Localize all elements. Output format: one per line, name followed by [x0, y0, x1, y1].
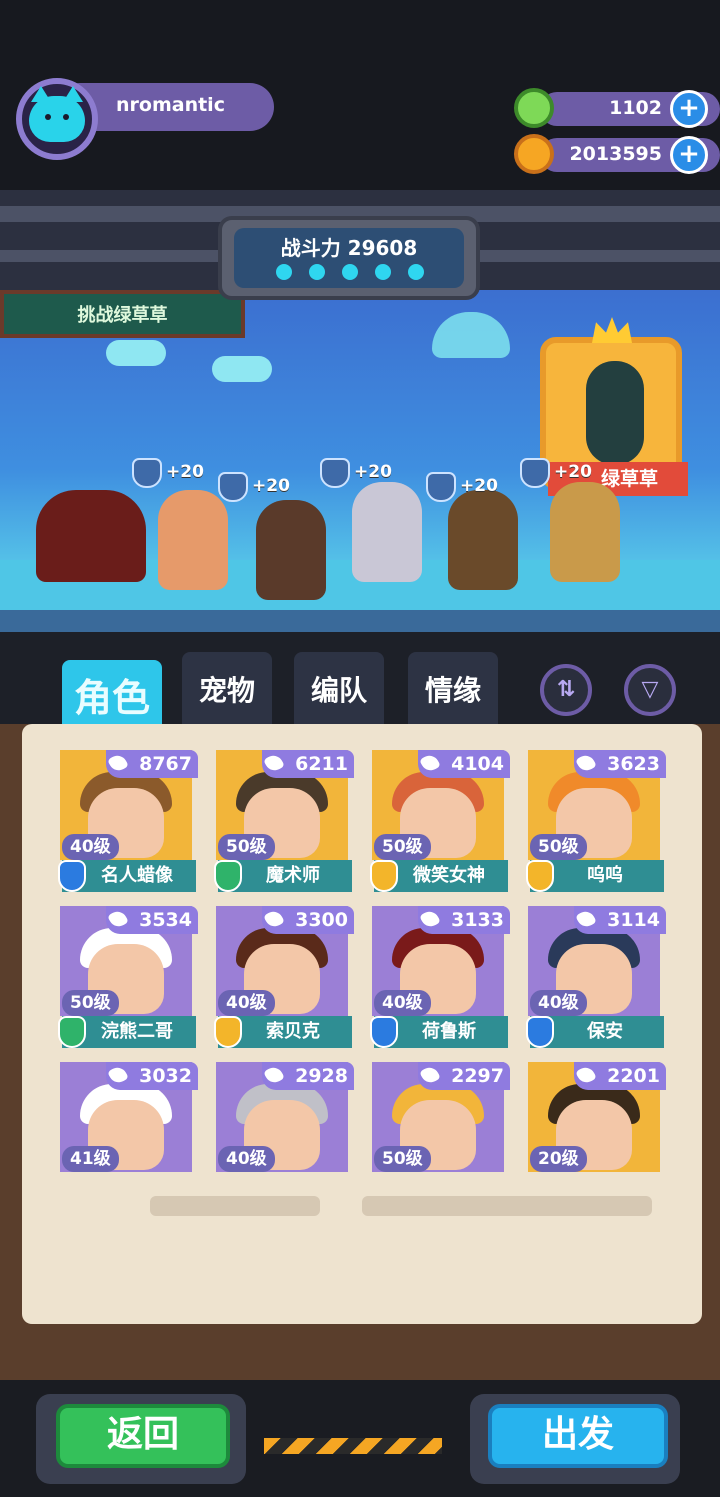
class-icon — [526, 1016, 554, 1048]
character-card[interactable]: 3114 40级 保安 — [518, 906, 666, 1052]
shield-icon — [132, 458, 162, 488]
blurred-text — [150, 1196, 320, 1216]
blurred-text — [362, 1196, 652, 1216]
card-level: 40级 — [530, 990, 587, 1016]
fish-decoration — [212, 356, 272, 382]
character-card[interactable]: 3300 40级 索贝克 — [206, 906, 354, 1052]
class-icon — [58, 860, 86, 892]
power-value: 战斗力 29608 — [280, 236, 418, 260]
hero-sprite[interactable] — [550, 482, 620, 582]
filter-button[interactable]: ▽ — [624, 664, 676, 716]
character-card[interactable]: 3623 50级 呜呜 — [518, 750, 666, 896]
fish-decoration — [106, 340, 166, 366]
card-level: 40级 — [218, 1146, 275, 1172]
card-level: 41级 — [62, 1146, 119, 1172]
card-level: 40级 — [374, 990, 431, 1016]
tab-bonds[interactable]: 情缘 — [408, 652, 498, 726]
character-card[interactable]: 2201 20级 — [518, 1062, 666, 1174]
hazard-stripe — [264, 1438, 442, 1454]
cat-avatar-icon — [29, 86, 85, 142]
class-icon — [526, 860, 554, 892]
card-level: 50级 — [374, 834, 431, 860]
player-avatar[interactable] — [16, 78, 98, 160]
player-name: nromantic — [116, 94, 225, 116]
hero-sprite[interactable] — [352, 482, 422, 582]
add-coins-button[interactable]: + — [670, 136, 708, 174]
sort-icon: ⇅ — [556, 677, 576, 702]
hero-sprite[interactable] — [448, 490, 518, 590]
card-level: 50级 — [530, 834, 587, 860]
go-button[interactable]: 出发 — [488, 1404, 668, 1468]
shield-icon — [520, 458, 550, 488]
planet-coin-icon — [514, 134, 554, 174]
hero-sprite[interactable] — [256, 500, 326, 600]
back-button[interactable]: 返回 — [56, 1404, 230, 1468]
player-profile[interactable]: nromantic — [16, 78, 274, 160]
shield-icon — [426, 472, 456, 502]
card-level: 40级 — [62, 834, 119, 860]
shield-icon — [218, 472, 248, 502]
class-icon — [214, 1016, 242, 1048]
character-card[interactable]: 4104 50级 微笑女神 — [362, 750, 510, 896]
class-icon — [370, 860, 398, 892]
tab-characters[interactable]: 角色 — [62, 660, 162, 728]
boss-silhouette — [586, 361, 644, 465]
coin-value: 2013595 — [569, 143, 662, 165]
tab-formation[interactable]: 编队 — [294, 652, 384, 726]
card-level: 20级 — [530, 1146, 587, 1172]
card-level: 50级 — [374, 1146, 431, 1172]
power-panel: 战斗力 29608 — [218, 216, 480, 300]
hero-sprite[interactable] — [158, 490, 228, 590]
add-gems-button[interactable]: + — [670, 90, 708, 128]
gem-icon — [514, 88, 554, 128]
class-icon — [214, 860, 242, 892]
tab-pets[interactable]: 宠物 — [182, 652, 272, 726]
sort-button[interactable]: ⇅ — [540, 664, 592, 716]
filter-icon: ▽ — [641, 677, 659, 702]
card-level: 50级 — [62, 990, 119, 1016]
gem-counter: 1102 + — [514, 88, 720, 128]
formation-dots — [276, 264, 441, 284]
character-card[interactable]: 8767 40级 名人蜡像 — [50, 750, 198, 896]
gem-value: 1102 — [609, 97, 662, 119]
character-card[interactable]: 2928 40级 — [206, 1062, 354, 1174]
character-card[interactable]: 3032 41级 — [50, 1062, 198, 1174]
class-icon — [370, 1016, 398, 1048]
character-card[interactable]: 2297 50级 — [362, 1062, 510, 1174]
challenge-label[interactable]: 挑战绿草草 — [0, 290, 245, 338]
shield-icon — [320, 458, 350, 488]
character-card[interactable]: 3534 50级 浣熊二哥 — [50, 906, 198, 1052]
class-icon — [58, 1016, 86, 1048]
coin-counter: 2013595 + — [514, 134, 720, 174]
monster-sprite — [36, 490, 146, 582]
character-card[interactable]: 6211 50级 魔术师 — [206, 750, 354, 896]
card-level: 40级 — [218, 990, 275, 1016]
character-card[interactable]: 3133 40级 荷鲁斯 — [362, 906, 510, 1052]
card-level: 50级 — [218, 834, 275, 860]
